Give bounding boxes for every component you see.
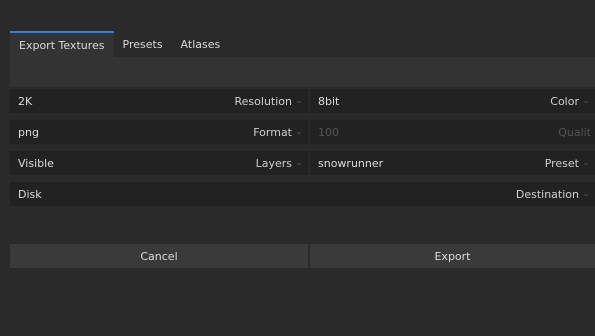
quality-field: 100 Qualit	[310, 120, 595, 144]
quality-value: 100	[318, 125, 339, 139]
tab-content-header	[10, 57, 595, 87]
chevron-down-icon: ⌄	[295, 127, 303, 137]
resolution-value: 2K	[18, 94, 33, 108]
layers-value: Visible	[18, 156, 54, 170]
export-dialog: Export Textures Presets Atlases 2K Resol…	[0, 0, 595, 336]
chevron-down-icon: ⌄	[295, 158, 303, 168]
chevron-down-icon: ⌄	[582, 96, 590, 106]
color-value: 8bit	[318, 94, 340, 108]
destination-label: Destination	[515, 187, 579, 201]
tab-bar: Export Textures Presets Atlases	[10, 31, 229, 57]
chevron-down-icon: ⌄	[582, 189, 590, 199]
tab-presets[interactable]: Presets	[114, 31, 172, 57]
chevron-down-icon: ⌄	[582, 158, 590, 168]
tab-label: Export Textures	[19, 38, 105, 52]
chevron-down-icon: ⌄	[295, 96, 303, 106]
layers-label: Layers	[255, 156, 292, 170]
settings-row-4: Disk Destination ⌄	[10, 182, 595, 206]
settings-row-2: png Format ⌄ 100 Qualit	[10, 120, 595, 144]
destination-dropdown[interactable]: Disk Destination ⌄	[10, 182, 595, 206]
destination-value: Disk	[18, 187, 42, 201]
preset-dropdown[interactable]: snowrunner Preset ⌄	[310, 151, 595, 175]
format-value: png	[18, 125, 39, 139]
color-label: Color	[550, 94, 579, 108]
color-dropdown[interactable]: 8bit Color ⌄	[310, 89, 595, 113]
format-dropdown[interactable]: png Format ⌄	[10, 120, 308, 144]
settings-row-3: Visible Layers ⌄ snowrunner Preset ⌄	[10, 151, 595, 175]
quality-label: Qualit	[558, 125, 591, 139]
tab-atlases[interactable]: Atlases	[172, 31, 230, 57]
export-button[interactable]: Export	[310, 244, 595, 268]
tab-export-textures[interactable]: Export Textures	[10, 31, 114, 57]
tab-label: Presets	[122, 37, 163, 51]
settings-row-1: 2K Resolution ⌄ 8bit Color ⌄	[10, 89, 595, 113]
tab-label: Atlases	[180, 37, 221, 51]
preset-value: snowrunner	[318, 156, 384, 170]
resolution-label: Resolution	[234, 94, 292, 108]
cancel-button[interactable]: Cancel	[10, 244, 308, 268]
format-label: Format	[253, 125, 292, 139]
preset-label: Preset	[544, 156, 579, 170]
layers-dropdown[interactable]: Visible Layers ⌄	[10, 151, 308, 175]
resolution-dropdown[interactable]: 2K Resolution ⌄	[10, 89, 308, 113]
